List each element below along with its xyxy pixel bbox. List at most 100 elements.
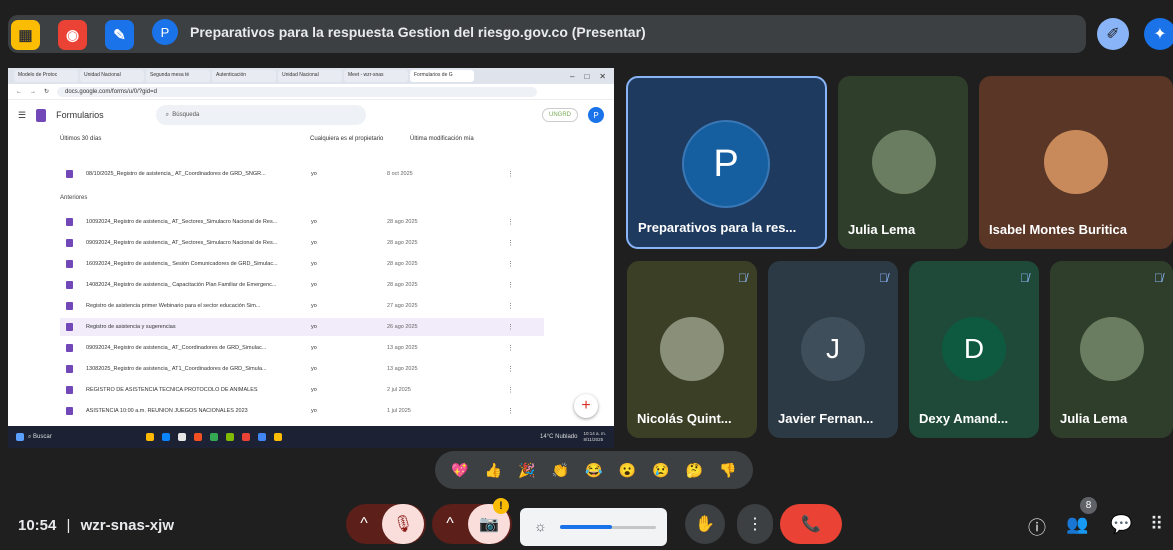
mic-off-icon: 🎙 <box>392 516 414 533</box>
menu-icon[interactable]: ☰ <box>18 110 26 121</box>
form-row[interactable]: 09092024_Registro de asistencia_ AT_Sect… <box>66 234 536 252</box>
audio-options-chevron-icon[interactable]: ^ <box>346 515 382 533</box>
raise-hand-button[interactable]: ✋ <box>685 504 725 544</box>
gemini-icon[interactable]: ✦ <box>1144 18 1173 50</box>
browser-tab[interactable]: Segunda mesa té <box>146 70 210 82</box>
taskbar-app-icon[interactable] <box>273 433 282 441</box>
participant-photo <box>1044 130 1108 194</box>
filter-modified[interactable]: Última modificación mía <box>410 136 474 142</box>
participant-tile-presenter[interactable]: P Preparativos para la res... <box>626 76 827 249</box>
form-row[interactable]: ASISTENCIA 10:00 a.m. REUNIÓN JUEGOS NAC… <box>66 402 536 420</box>
filter-owner[interactable]: Cualquiera es el propietario <box>310 136 410 142</box>
form-row[interactable]: Registro de asistencia primer Webinario … <box>66 297 536 315</box>
reaction-sad[interactable]: 😢 <box>650 459 672 481</box>
record-app-icon[interactable]: ◉ <box>58 20 87 50</box>
more-icon[interactable]: ⋮ <box>507 218 514 226</box>
taskbar-app-icon[interactable] <box>193 433 202 441</box>
url-field[interactable]: docs.google.com/forms/u/0/?gid=d <box>57 86 538 97</box>
forward-icon[interactable]: → <box>30 89 36 95</box>
taskbar-app-icon[interactable] <box>145 433 154 441</box>
reaction-surprised[interactable]: 😮 <box>617 459 639 481</box>
taskbar-app-icon[interactable] <box>177 433 186 441</box>
taskbar-app-icon[interactable] <box>161 433 170 441</box>
reaction-thumbs-down[interactable]: 👎 <box>717 459 739 481</box>
form-row[interactable]: 16092024_Registro de asistencia_ Sesión … <box>66 255 536 273</box>
taskbar-app-icon[interactable] <box>225 433 234 441</box>
video-options-chevron-icon[interactable]: ^ <box>432 515 468 533</box>
hand-icon: ✋ <box>695 516 715 533</box>
form-row-hovered[interactable]: Registro de asistencia y sugerencias yo 26… <box>60 318 544 336</box>
more-options-button[interactable]: ⋮ <box>737 504 773 544</box>
form-row[interactable]: 08/10/2025_Registro de asistencia_ AT_Co… <box>66 165 536 183</box>
browser-tab[interactable]: Modelo de Protoc <box>14 70 78 82</box>
form-row[interactable]: 10092024_Registro de asistencia_ AT_Sect… <box>66 213 536 231</box>
form-date: 27 ago 2025 <box>387 303 418 309</box>
form-name: 14082024_Registro de asistencia_ Capacit… <box>86 282 277 288</box>
form-row[interactable]: 14082024_Registro de asistencia_ Capacit… <box>66 276 536 294</box>
mic-off-button[interactable]: 🎙 <box>382 504 424 544</box>
weather[interactable]: 14°C Nublado <box>540 434 583 440</box>
more-icon[interactable]: ⋮ <box>507 386 514 394</box>
reaction-heart[interactable]: 💖 <box>449 459 471 481</box>
form-row[interactable]: REGISTRO DE ASISTENCIA TECNICA PROTOCOLO… <box>66 381 536 399</box>
participant-tile[interactable]: 🎙̸ D Dexy Amand... <box>909 261 1039 438</box>
more-icon[interactable]: ⋮ <box>507 302 514 310</box>
taskbar-clock[interactable]: 10:14 a. m. 8/11/2025 <box>583 431 614 443</box>
form-date: 13 ago 2025 <box>387 345 418 351</box>
info-icon[interactable]: ⓘ <box>1028 514 1046 540</box>
window-controls[interactable]: – □ ✕ <box>570 72 614 81</box>
back-icon[interactable]: ← <box>16 89 22 95</box>
more-icon[interactable]: ⋮ <box>507 281 514 289</box>
form-date: 2 jul 2025 <box>387 387 411 393</box>
participant-tile[interactable]: 🎙̸ Nicolás Quint... <box>627 261 757 438</box>
more-icon[interactable]: ⋮ <box>507 170 514 178</box>
reaction-clap[interactable]: 👏 <box>549 459 571 481</box>
participant-name: Nicolás Quint... <box>637 411 732 426</box>
participant-tile[interactable]: Julia Lema <box>838 76 968 249</box>
participant-tile[interactable]: Isabel Montes Buritica <box>979 76 1173 249</box>
participant-name: Preparativos para la res... <box>638 220 797 235</box>
more-icon[interactable]: ⋮ <box>507 323 514 331</box>
reaction-thumbs-up[interactable]: 👍 <box>482 459 504 481</box>
reaction-party[interactable]: 🎉 <box>516 459 538 481</box>
reaction-laugh[interactable]: 😂 <box>583 459 605 481</box>
browser-tab[interactable]: Meet - wzr-snas <box>344 70 408 82</box>
reload-icon[interactable]: ↻ <box>44 88 49 95</box>
taskbar-app-icon[interactable] <box>241 433 250 441</box>
participant-tile[interactable]: 🎙̸ J Javier Fernan... <box>768 261 898 438</box>
account-avatar[interactable]: P <box>588 107 604 123</box>
section-older: Anteriores <box>60 195 88 201</box>
activities-icon[interactable]: ⠿ <box>1150 514 1163 535</box>
more-icon[interactable]: ⋮ <box>507 260 514 268</box>
taskbar-app-icon[interactable] <box>257 433 266 441</box>
participant-avatar: D <box>942 317 1006 381</box>
participant-tile[interactable]: 🎙̸ Julia Lema <box>1050 261 1173 438</box>
form-icon <box>66 344 73 352</box>
browser-tab-active[interactable]: Formularios de G <box>410 70 474 82</box>
slides-app-icon[interactable]: ▦ <box>11 20 40 50</box>
reaction-thinking[interactable]: 🤔 <box>684 459 706 481</box>
form-name: Registro de asistencia primer Webinario … <box>86 303 261 309</box>
form-row[interactable]: 09092024_Registro de asistencia_ AT_Coor… <box>66 339 536 357</box>
leave-call-button[interactable]: 📞 <box>780 504 842 544</box>
windows-start-icon[interactable] <box>16 433 24 441</box>
chat-icon[interactable]: 💬 <box>1110 514 1132 535</box>
brightness-slider[interactable]: ☼ <box>520 508 667 546</box>
more-icon[interactable]: ⋮ <box>507 365 514 373</box>
forms-search-input[interactable]: ⌕ Búsqueda <box>155 105 366 125</box>
people-count-badge: 8 <box>1080 497 1097 514</box>
taskbar-search[interactable]: ⌕ Buscar <box>28 434 52 441</box>
docs-app-icon[interactable]: ✎ <box>105 20 134 50</box>
people-icon[interactable]: 👥 <box>1066 514 1088 535</box>
more-icon[interactable]: ⋮ <box>507 407 514 415</box>
taskbar-app-icon[interactable] <box>209 433 218 441</box>
more-icon[interactable]: ⋮ <box>507 344 514 352</box>
form-date: 28 ago 2025 <box>387 261 418 267</box>
form-row[interactable]: 13082025_Registro de asistencia_ AT1_Coo… <box>66 360 536 378</box>
more-icon[interactable]: ⋮ <box>507 239 514 247</box>
browser-tab[interactable]: Autenticación <box>212 70 276 82</box>
pen-icon[interactable]: ✐ <box>1097 18 1129 50</box>
browser-tab[interactable]: Unidad Nacional <box>80 70 144 82</box>
browser-tab[interactable]: Unidad Nacional <box>278 70 342 82</box>
new-form-button[interactable]: + <box>574 394 598 418</box>
